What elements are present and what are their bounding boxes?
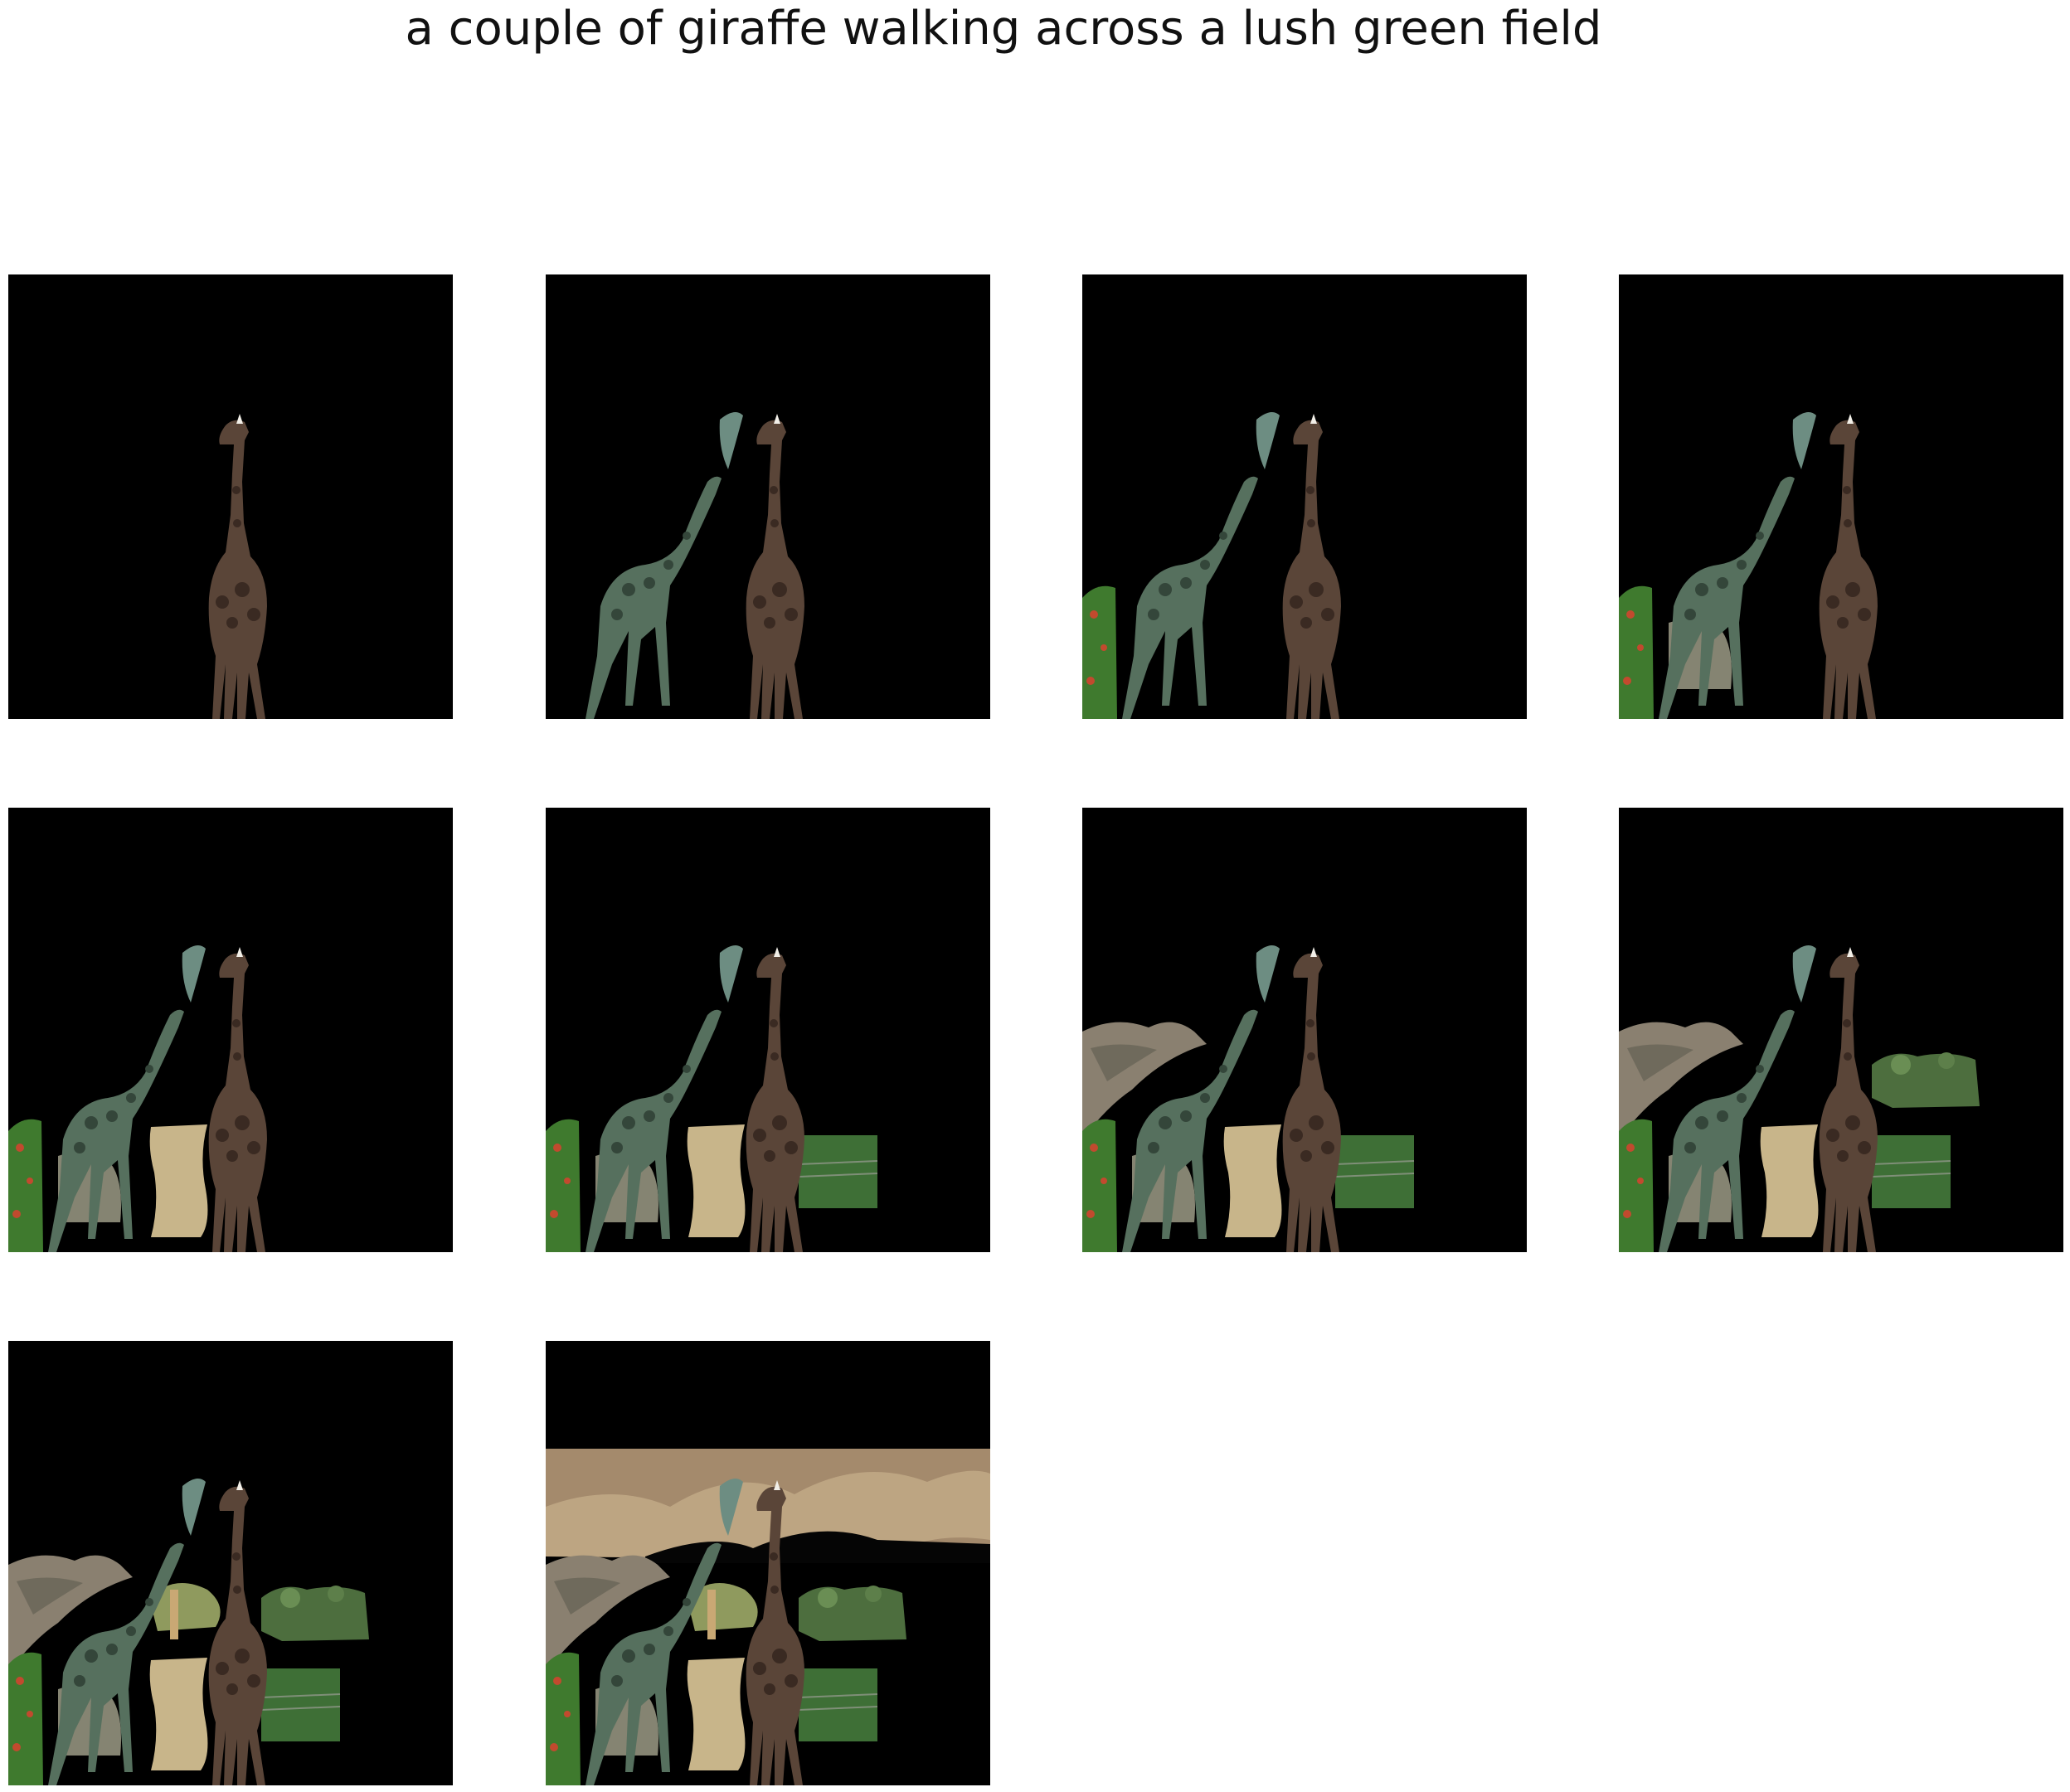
panel-image <box>8 1341 453 1785</box>
layer-trees-right <box>1872 1052 1980 1108</box>
composite-panel-step-4 <box>1619 274 2063 719</box>
layer-grass-patch <box>798 1135 878 1208</box>
panel-image <box>1082 274 1527 719</box>
panel-image <box>1082 808 1527 1252</box>
composite-panel-step-9 <box>8 1341 453 1785</box>
composite-panel-step-7 <box>1082 808 1527 1252</box>
layer-bush-left <box>8 1119 43 1252</box>
composite-panel-step-3 <box>1082 274 1527 719</box>
layer-bush-left <box>1082 585 1117 719</box>
panel-image <box>1619 274 2063 719</box>
layer-sand-patch <box>1223 1124 1282 1237</box>
panel-image <box>1619 808 2063 1252</box>
layer-bush-left <box>546 1119 581 1252</box>
composite-panel-step-1 <box>8 274 453 719</box>
layer-bush-left <box>546 1652 581 1785</box>
figure-caption: a couple of giraffe walking across a lus… <box>405 2 1602 56</box>
composite-panel-step-2 <box>546 274 990 719</box>
layer-grass-patch <box>1334 1135 1415 1208</box>
panel-image <box>546 274 990 719</box>
composite-panel-step-10 <box>546 1341 990 1785</box>
panel-image <box>8 808 453 1252</box>
layer-grass-patch <box>260 1668 341 1741</box>
composite-panel-step-8 <box>1619 808 2063 1252</box>
layer-grass-patch <box>1871 1135 1951 1208</box>
layer-trees-right <box>261 1586 369 1641</box>
layer-bush-left <box>1082 1119 1117 1252</box>
panel-image <box>546 1341 990 1785</box>
layer-sand-patch <box>687 1124 746 1237</box>
layer-bush-left <box>1619 585 1654 719</box>
layer-sand-patch <box>1760 1124 1819 1237</box>
layer-grass-patch <box>798 1668 878 1741</box>
panel-image <box>546 808 990 1252</box>
composite-panel-step-5 <box>8 808 453 1252</box>
layer-sand-patch <box>149 1658 208 1770</box>
layer-bush-left <box>1619 1119 1654 1252</box>
layer-trees-right <box>799 1586 906 1641</box>
panel-image <box>8 274 453 719</box>
layer-sand-patch <box>149 1124 208 1237</box>
layer-sand-patch <box>687 1658 746 1770</box>
composite-panel-step-6 <box>546 808 990 1252</box>
layer-bush-left <box>8 1652 43 1785</box>
